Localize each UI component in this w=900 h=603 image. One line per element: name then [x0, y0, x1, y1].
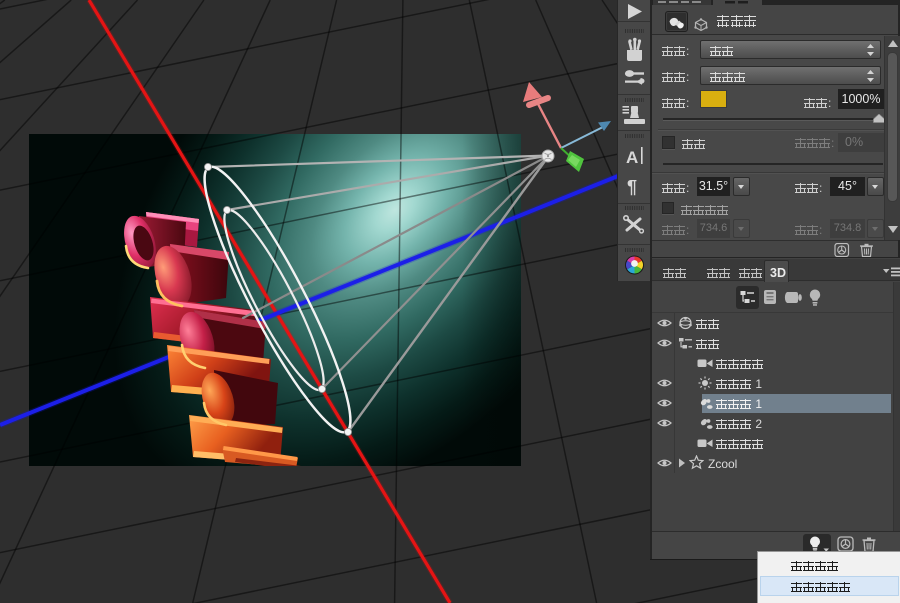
svg-text:A: A	[626, 148, 638, 167]
svg-text:¶: ¶	[627, 177, 637, 197]
